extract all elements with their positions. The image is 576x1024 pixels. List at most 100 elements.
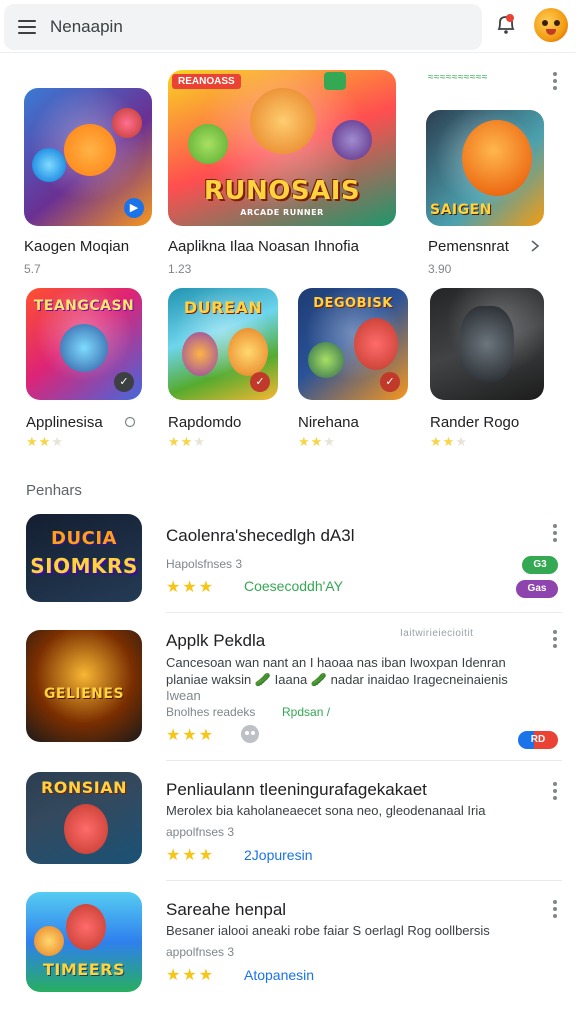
user-count-icon — [241, 725, 259, 743]
status-pill: RD — [518, 731, 558, 749]
list-item-link[interactable]: Rpdsan / — [282, 705, 330, 719]
game-logo-text: GELIENES — [43, 686, 125, 702]
character-art — [60, 324, 108, 372]
game-logo-text: TIMEERS — [43, 960, 125, 979]
game-thumbnail-3[interactable]: SAIGEN — [426, 110, 544, 226]
game-logo-text: TEANGCASN — [33, 298, 135, 314]
play-badge-icon: ▶ — [124, 198, 144, 218]
card-title[interactable]: Applinesisa — [26, 414, 103, 431]
list-item-description: Besaner ialooi aneaki robe faiar S oerla… — [166, 923, 490, 938]
game-thumbnail-7[interactable] — [430, 288, 544, 400]
play-badge-icon: ✓ — [114, 372, 134, 392]
search-text[interactable]: Nenaapin — [50, 17, 123, 37]
card-rating: 5.7 — [24, 262, 41, 276]
list-thumbnail-1[interactable]: DUCIA SIOMKRS — [26, 514, 142, 602]
list-item-title[interactable]: Applk Pekdla — [166, 631, 265, 651]
game-logo-text: DUREAN — [183, 298, 263, 317]
list-item-small-header: Iaitwirieiecioitit — [400, 628, 474, 639]
badge-icon — [324, 72, 346, 90]
list-item-meta: Bnolhes readeks — [166, 705, 256, 719]
list-item-title[interactable]: Caolenra'shecedlgh dA3l — [166, 526, 355, 546]
list-divider — [166, 612, 562, 613]
list-item-title[interactable]: Penliaulann tleeningurafagekakaet — [166, 780, 427, 800]
list-item-link[interactable]: Atopanesin — [244, 967, 314, 983]
game-logo-subtext: ARCADE RUNNER — [240, 208, 324, 217]
info-icon[interactable] — [124, 416, 136, 428]
play-badge-icon: ✓ — [250, 372, 270, 392]
card-title[interactable]: Nirehana — [298, 414, 359, 431]
list-thumbnail-3[interactable]: RONSIAN — [26, 772, 142, 864]
game-thumbnail-5[interactable]: DUREAN ✓ — [168, 288, 278, 400]
character-art — [66, 904, 106, 950]
game-logo-text: SIOMKRS — [30, 554, 138, 578]
more-options-icon[interactable] — [553, 782, 557, 803]
game-logo-text: RONSIAN — [40, 778, 128, 797]
rating-stars: ★★★ — [26, 434, 64, 449]
more-options-icon[interactable] — [553, 900, 557, 921]
status-pill: Gas — [516, 580, 558, 598]
list-item-description: Iwean — [166, 688, 201, 703]
character-art — [34, 926, 64, 956]
character-art — [354, 318, 398, 370]
section-title: Penhars — [26, 482, 82, 499]
rating-stars: ★★★ — [298, 434, 336, 449]
rating-stars: ★★★ — [166, 967, 216, 984]
featured-tag: REANOASS — [172, 74, 241, 89]
bell-notification-icon[interactable] — [494, 12, 518, 36]
more-options-icon[interactable] — [553, 72, 557, 93]
list-item-link[interactable]: Coesecoddh'AY — [244, 578, 343, 594]
card-title[interactable]: Rapdomdo — [168, 414, 241, 431]
list-item-description: planiae waksin 🥒 Iaana 🥒 nadar inaidao I… — [166, 672, 508, 687]
card-rating: 1.23 — [168, 262, 192, 276]
list-item-title[interactable]: Sareahe henpal — [166, 900, 286, 920]
card-rating: 3.90 — [428, 262, 452, 276]
list-divider — [166, 760, 562, 761]
section-small-header: ≈≈≈≈≈≈≈≈≈≈ — [428, 72, 488, 83]
list-thumbnail-2[interactable]: GELIENES — [26, 630, 142, 742]
user-avatar-icon[interactable] — [534, 8, 568, 42]
list-item-description: Merolex bia kaholaneaecet sona neo, gleo… — [166, 803, 486, 818]
search-bar[interactable]: Nenaapin — [4, 4, 482, 50]
game-logo-text: RUNOSAIS — [203, 176, 361, 206]
game-thumbnail-1[interactable]: ▶ — [24, 88, 152, 226]
character-art — [460, 306, 514, 382]
hamburger-icon[interactable] — [18, 20, 36, 34]
character-art — [250, 88, 316, 154]
rating-stars: ★★★ — [166, 727, 216, 744]
character-art — [32, 148, 66, 182]
list-thumbnail-4[interactable]: TIMEERS — [26, 892, 142, 992]
more-options-icon[interactable] — [553, 630, 557, 651]
character-art — [64, 804, 108, 854]
card-title[interactable]: Kaogen Moqian — [24, 238, 129, 255]
more-options-icon[interactable] — [553, 524, 557, 545]
rating-stars: ★★★ — [430, 434, 468, 449]
rating-stars: ★★★ — [166, 847, 216, 864]
chevron-right-icon[interactable] — [530, 240, 540, 252]
game-logo-text: DEGOBISK — [313, 296, 393, 311]
character-art — [112, 108, 142, 138]
character-art — [332, 120, 372, 160]
character-art — [308, 342, 344, 378]
card-title[interactable]: Pemensnrat — [428, 238, 509, 255]
character-art — [188, 124, 228, 164]
game-thumbnail-6[interactable]: DEGOBISK ✓ — [298, 288, 408, 400]
list-item-link[interactable]: 2Jopuresin — [244, 847, 313, 863]
rating-stars: ★★★ — [166, 579, 216, 596]
status-pill: G3 — [522, 556, 558, 574]
character-art — [64, 124, 116, 176]
list-item-meta: Hapolsfnses 3 — [166, 557, 243, 571]
game-thumbnail-featured[interactable]: REANOASS RUNOSAIS ARCADE RUNNER — [168, 70, 396, 226]
list-item-meta: appolfnses 3 — [166, 945, 235, 959]
list-divider — [166, 880, 562, 881]
character-art — [228, 328, 268, 376]
game-logo-text: SAIGEN — [430, 202, 492, 218]
play-badge-icon: ✓ — [380, 372, 400, 392]
card-title[interactable]: Rander Rogo — [430, 414, 519, 431]
header-divider — [0, 52, 576, 53]
game-logo-top: DUCIA — [51, 528, 117, 549]
list-item-description: Cancesoan wan nant an I haoaa nas iban I… — [166, 655, 506, 670]
card-title[interactable]: Aaplikna Ilaa Noasan Ihnofia — [168, 238, 359, 255]
character-art — [462, 120, 532, 196]
list-item-meta: appolfnses 3 — [166, 825, 235, 839]
game-thumbnail-4[interactable]: TEANGCASN ✓ — [26, 288, 142, 400]
